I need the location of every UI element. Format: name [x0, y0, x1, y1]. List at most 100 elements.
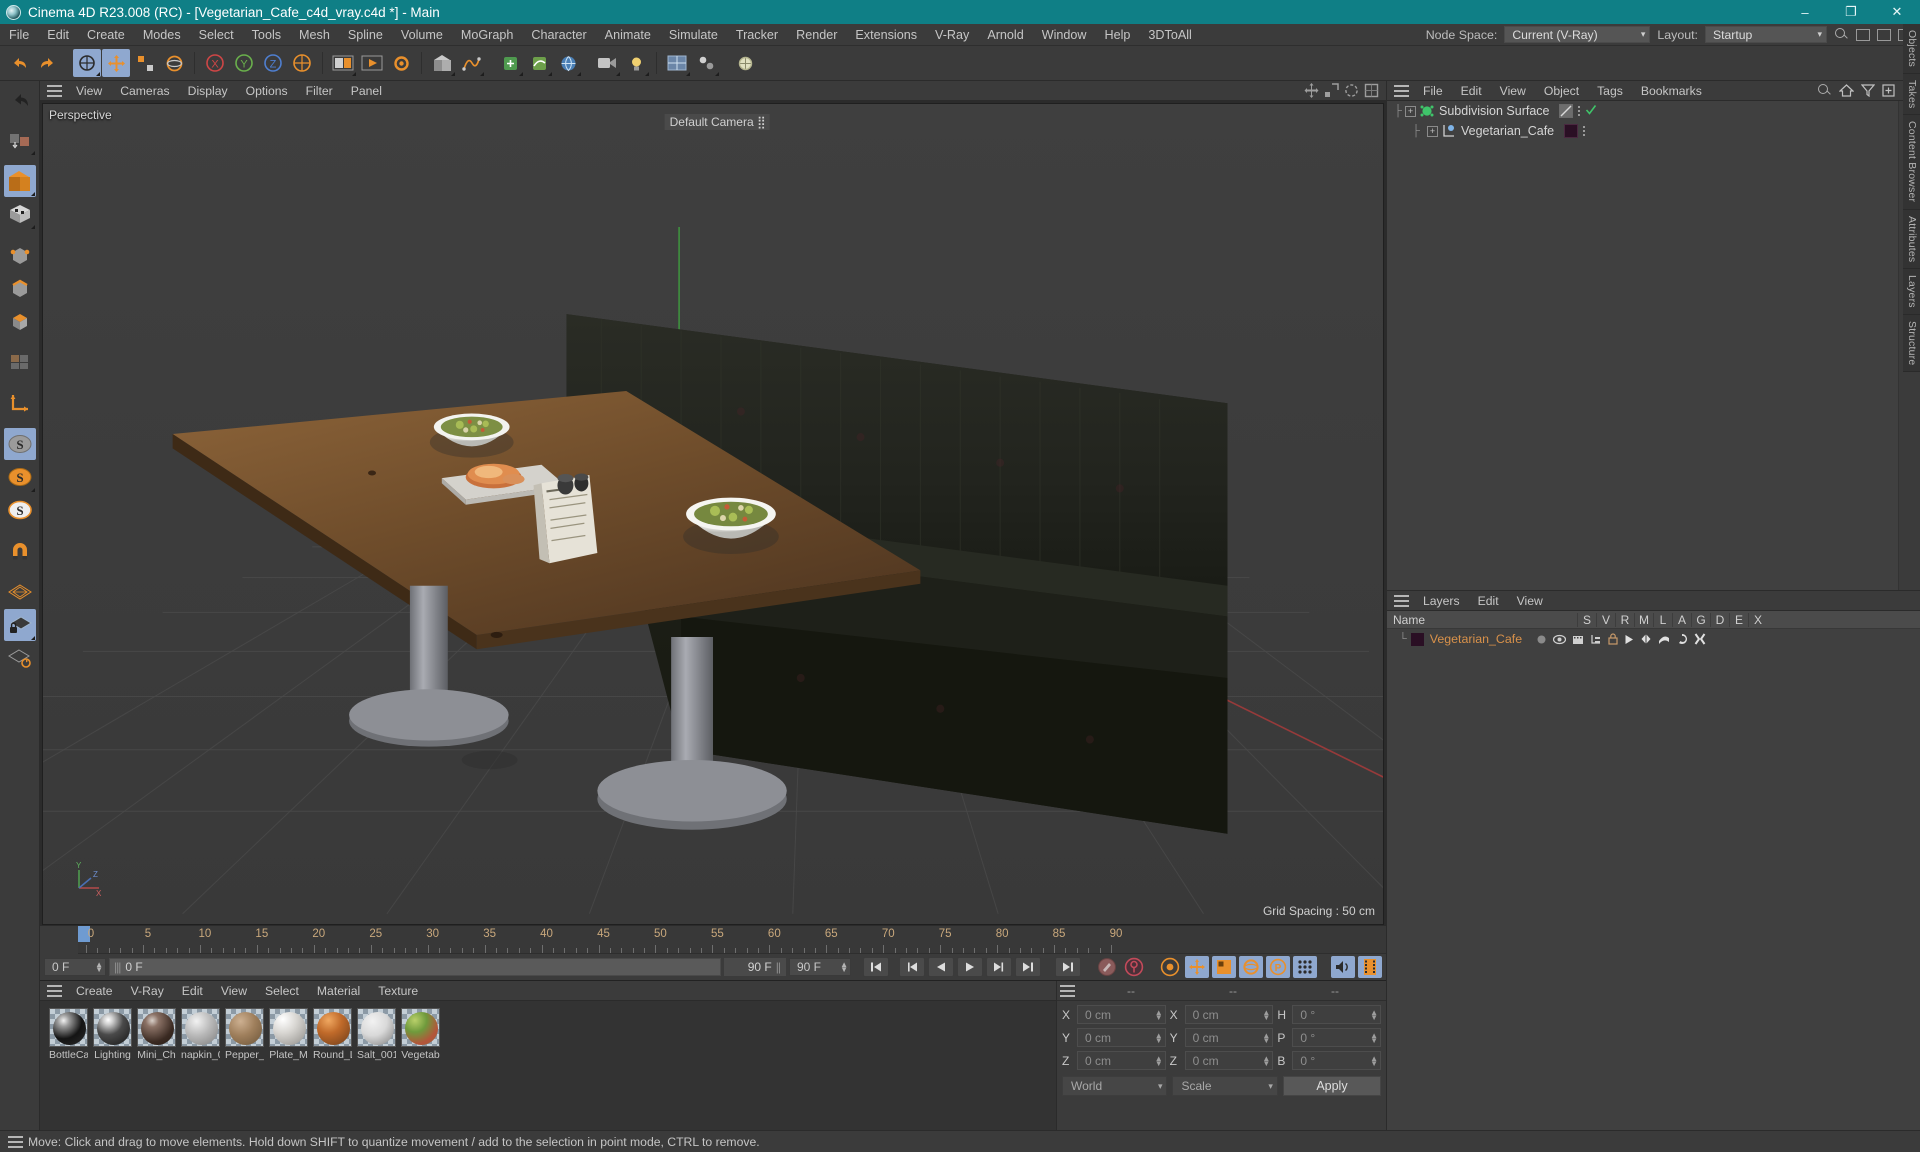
end-frame-field[interactable]: 90 F ▲ ▼: [789, 958, 851, 976]
magnet-tool-button[interactable]: [4, 535, 36, 567]
menu-v-ray[interactable]: V-Ray: [926, 24, 978, 46]
material-hamburger-icon[interactable]: [47, 984, 62, 997]
size-field-y[interactable]: 0 cm ▲ ▼: [1184, 1028, 1274, 1047]
side-tab-content-browser[interactable]: Content Browser: [1903, 115, 1920, 210]
manager-icon[interactable]: [1590, 634, 1602, 645]
spinner-icon[interactable]: ▲ ▼: [1370, 1054, 1378, 1067]
spinner-icon[interactable]: ▲ ▼: [1262, 1054, 1270, 1067]
x-axis-lock-button[interactable]: X: [201, 49, 229, 77]
enable-axis-snap-button[interactable]: S: [3, 428, 36, 460]
points-mode-button[interactable]: [4, 239, 36, 271]
viewport-layout-button[interactable]: [663, 49, 691, 77]
search-icon[interactable]: [1834, 27, 1849, 42]
coordinate-space-dropdown[interactable]: World ▾: [1062, 1076, 1168, 1096]
xref-icon[interactable]: [1694, 633, 1706, 645]
material-preview[interactable]: [49, 1008, 88, 1047]
menu-create[interactable]: Create: [78, 24, 134, 46]
undo-view-button[interactable]: [4, 83, 36, 115]
material-menu-v-ray[interactable]: V-Ray: [122, 981, 173, 1001]
phong-tag-icon[interactable]: [1559, 104, 1574, 118]
content-browser-button[interactable]: [731, 49, 759, 77]
menu-modes[interactable]: Modes: [134, 24, 190, 46]
material-menu-select[interactable]: Select: [256, 981, 308, 1001]
menu-tracker[interactable]: Tracker: [727, 24, 787, 46]
object-row[interactable]: ├ + Subdivision Surface: [1387, 101, 1920, 121]
material-preview[interactable]: [137, 1008, 176, 1047]
move-tool[interactable]: [102, 49, 130, 77]
viewport-menu-filter[interactable]: Filter: [297, 81, 342, 101]
object-menu-bookmarks[interactable]: Bookmarks: [1632, 81, 1711, 101]
redo-button[interactable]: [34, 49, 62, 77]
material-preview[interactable]: [313, 1008, 352, 1047]
object-row[interactable]: ├ + Vegetarian_Cafe: [1387, 121, 1920, 141]
viewport-hamburger-icon[interactable]: [47, 84, 62, 97]
timeline-filmstrip-button[interactable]: [1358, 956, 1382, 978]
close-button[interactable]: ✕: [1874, 0, 1920, 24]
material-preview[interactable]: [401, 1008, 440, 1047]
make-editable-button[interactable]: [4, 124, 36, 156]
position-field-z[interactable]: 0 cm ▲ ▼: [1077, 1051, 1166, 1070]
menu-help[interactable]: Help: [1096, 24, 1140, 46]
deformers-icon[interactable]: [1658, 633, 1670, 645]
material-item[interactable]: Lighting: [93, 1008, 132, 1061]
model-mode-button[interactable]: [3, 165, 36, 197]
menu-select[interactable]: Select: [190, 24, 243, 46]
menu-character[interactable]: Character: [522, 24, 595, 46]
object-search-icon[interactable]: [1817, 83, 1832, 98]
viewport-move-icon[interactable]: [1304, 83, 1319, 98]
menu-file[interactable]: File: [0, 24, 38, 46]
position-field-x[interactable]: 0 cm ▲ ▼: [1077, 1005, 1166, 1024]
menu-extensions[interactable]: Extensions: [846, 24, 926, 46]
material-menu-texture[interactable]: Texture: [369, 981, 427, 1001]
range-handle-icon[interactable]: ||: [776, 960, 781, 974]
window-split-icon[interactable]: [1877, 28, 1891, 41]
material-preview[interactable]: [269, 1008, 308, 1047]
viewport-menu-cameras[interactable]: Cameras: [111, 81, 178, 101]
sound-button[interactable]: [1331, 956, 1355, 978]
quantize-snap-button[interactable]: S: [4, 494, 36, 526]
viewport-perspective[interactable]: Perspective Default Camera ⣿ Grid Spacin…: [42, 103, 1384, 925]
material-preview[interactable]: [357, 1008, 396, 1047]
menu-window[interactable]: Window: [1033, 24, 1096, 46]
go-to-end-button[interactable]: [1015, 957, 1041, 977]
layer-list[interactable]: └ Vegetarian_Cafe: [1387, 629, 1920, 1130]
workplane-align-button[interactable]: [4, 642, 36, 674]
timeline-preview-range[interactable]: ||| 0 F: [109, 958, 721, 976]
edges-mode-button[interactable]: [4, 272, 36, 304]
menu-mograph[interactable]: MoGraph: [452, 24, 523, 46]
menu-render[interactable]: Render: [787, 24, 846, 46]
material-preview[interactable]: [181, 1008, 220, 1047]
expand-icon[interactable]: +: [1405, 105, 1416, 117]
menu-spline[interactable]: Spline: [339, 24, 392, 46]
material-menu-edit[interactable]: Edit: [173, 981, 212, 1001]
play-forwards-button[interactable]: [957, 957, 983, 977]
menu-animate[interactable]: Animate: [596, 24, 660, 46]
z-axis-lock-button[interactable]: Z: [259, 49, 287, 77]
viewport-maximize-icon[interactable]: [1364, 83, 1379, 98]
material-menu-material[interactable]: Material: [308, 981, 369, 1001]
add-deformer-button[interactable]: [525, 49, 553, 77]
layer-color-swatch[interactable]: [1410, 632, 1424, 646]
expand-icon[interactable]: +: [1427, 125, 1438, 137]
visibility-dots-icon[interactable]: [1578, 106, 1581, 116]
layer-menu-edit[interactable]: Edit: [1469, 591, 1508, 611]
material-item[interactable]: Mini_Ch: [137, 1008, 176, 1061]
position-field-y[interactable]: 0 cm ▲ ▼: [1077, 1028, 1166, 1047]
material-preview[interactable]: [93, 1008, 132, 1047]
spinner-icon[interactable]: ▲ ▼: [1262, 1031, 1270, 1044]
size-field-z[interactable]: 0 cm ▲ ▼: [1184, 1051, 1274, 1070]
add-light-button[interactable]: [622, 49, 650, 77]
keyframe-settings-button[interactable]: [1158, 956, 1182, 978]
object-hamburger-icon[interactable]: [1394, 84, 1409, 97]
go-to-end-of-animation-button[interactable]: [1055, 957, 1081, 977]
viewport-menu-view[interactable]: View: [67, 81, 111, 101]
object-menu-edit[interactable]: Edit: [1452, 81, 1491, 101]
menu-edit[interactable]: Edit: [38, 24, 78, 46]
visible-icon[interactable]: [1553, 634, 1567, 645]
menu-3dtoall[interactable]: 3DToAll: [1139, 24, 1200, 46]
menu-arnold[interactable]: Arnold: [978, 24, 1032, 46]
material-item[interactable]: Salt_001: [357, 1008, 396, 1061]
minimize-button[interactable]: –: [1782, 0, 1828, 24]
node-space-dropdown[interactable]: Current (V-Ray) ▾: [1504, 26, 1651, 43]
add-generator-button[interactable]: [496, 49, 524, 77]
